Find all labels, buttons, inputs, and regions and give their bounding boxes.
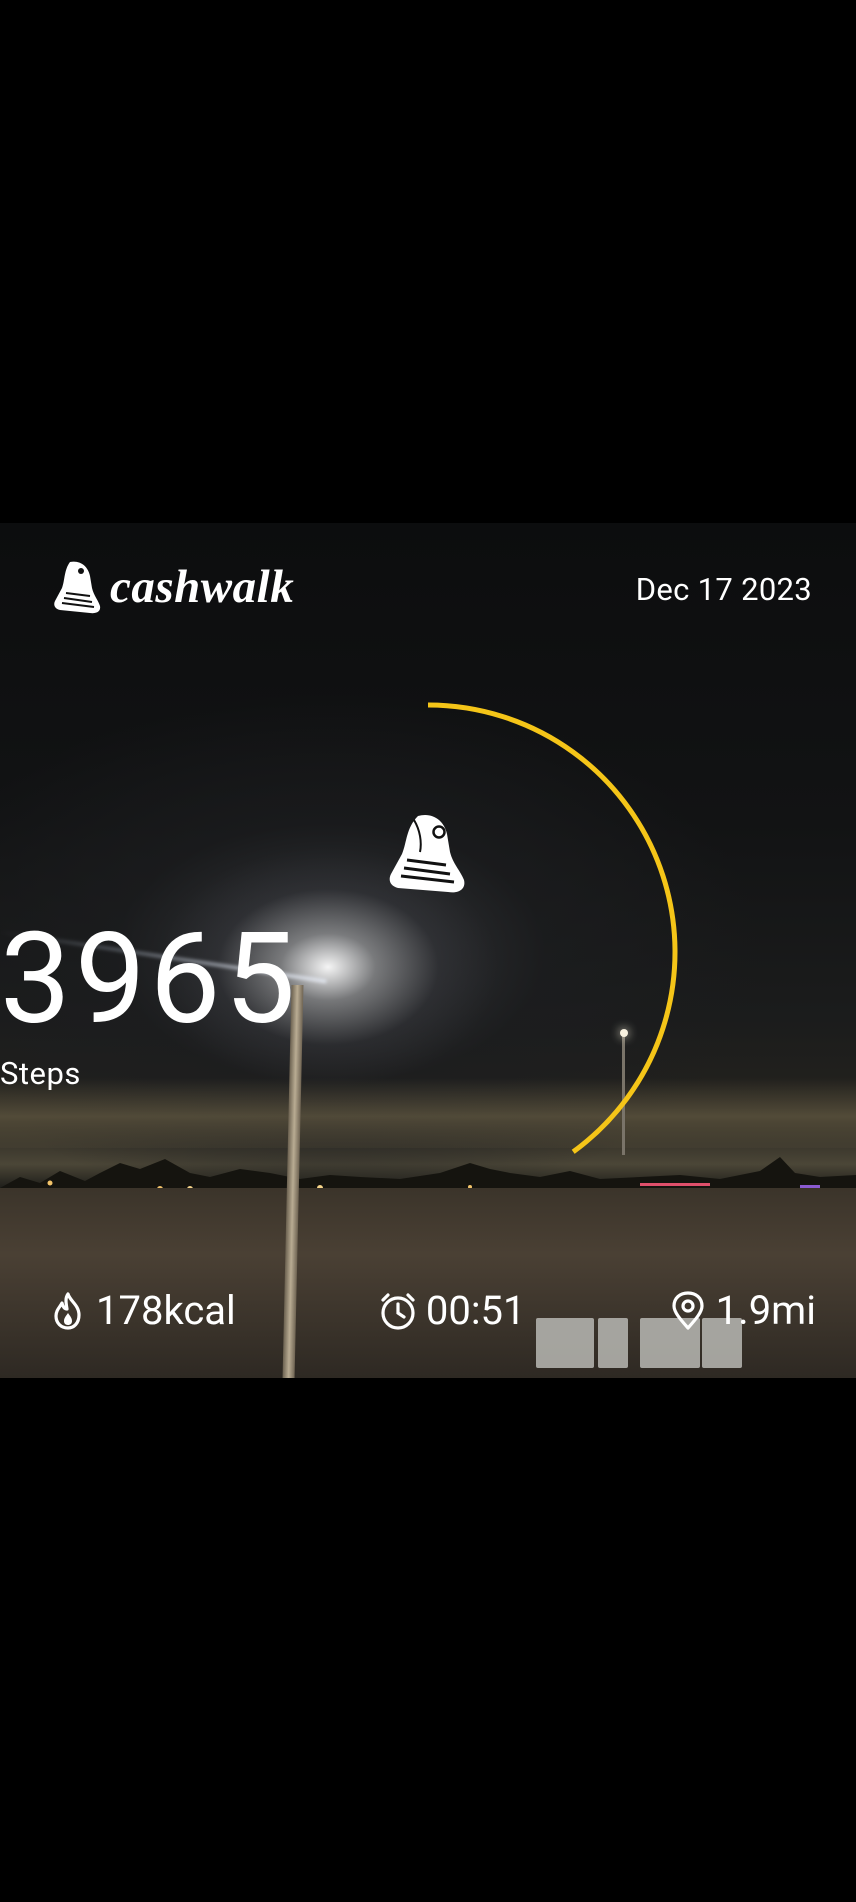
shoe-icon (54, 561, 101, 614)
duration-value: 00:51 (425, 1287, 526, 1334)
share-card: cashwalk Dec 17 2023 3965 Steps 178kcal (0, 523, 856, 1378)
steps-label: Steps (0, 1055, 81, 1092)
card-header: cashwalk Dec 17 2023 (52, 557, 812, 617)
calories-value: 178kcal (96, 1287, 236, 1334)
street-light-pole (622, 1035, 625, 1155)
screen: cashwalk Dec 17 2023 3965 Steps 178kcal (0, 0, 856, 1902)
duration-stat: 00:51 (378, 1291, 526, 1331)
clock-icon (381, 1293, 415, 1330)
calories-stat: 178kcal (48, 1291, 236, 1331)
location-pin-icon (672, 1291, 704, 1330)
brand: cashwalk (52, 558, 294, 616)
steps-count: 3965 (0, 905, 300, 1053)
distance-stat: 1.9mi (668, 1291, 816, 1331)
flame-icon (54, 1292, 81, 1330)
brand-name: cashwalk (110, 560, 295, 613)
shoe-icon (389, 814, 465, 893)
date-label: Dec 17 2023 (635, 570, 812, 608)
distance-value: 1.9mi (715, 1287, 816, 1334)
stats-row: 178kcal 00:51 1.9mi (48, 1286, 816, 1336)
